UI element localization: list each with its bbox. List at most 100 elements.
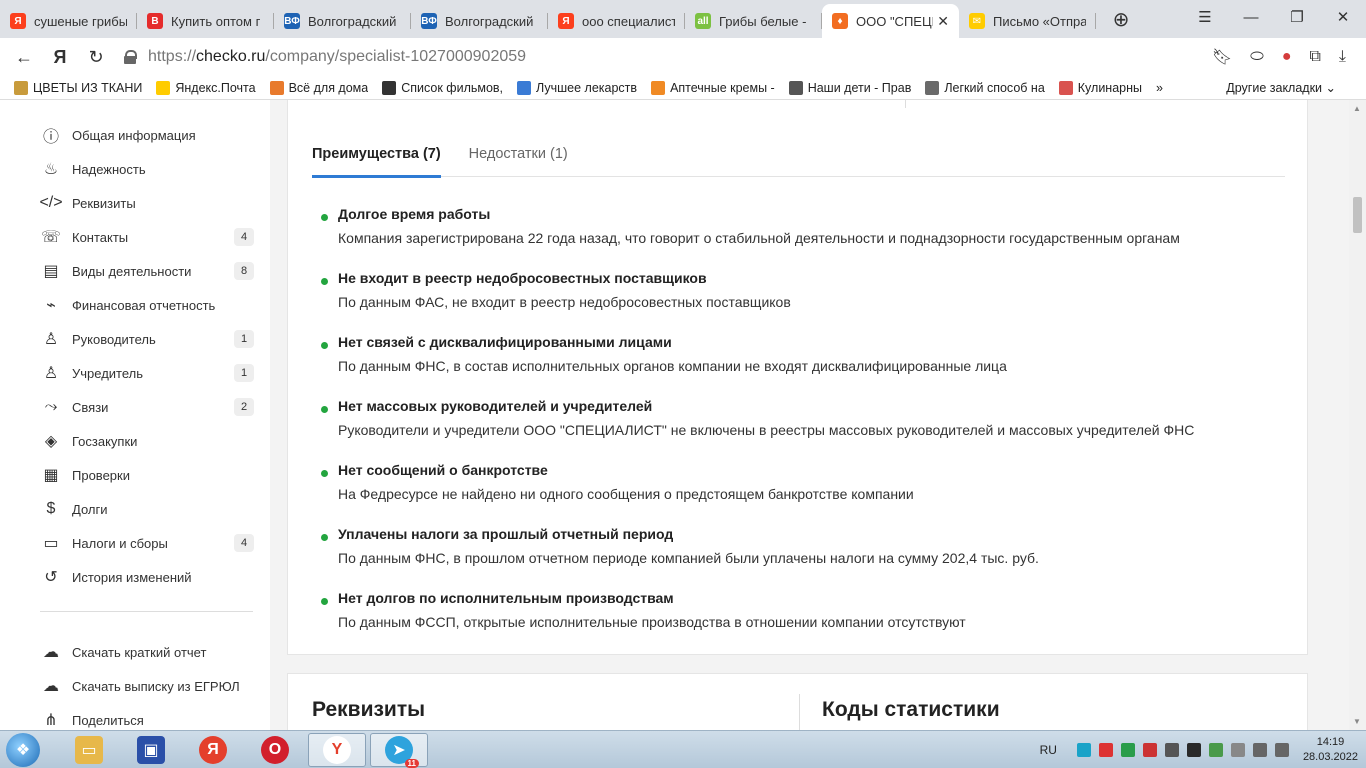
sidebar-item[interactable]: ⓘ Общая информация [40,123,254,147]
content-tab[interactable]: Преимущества (7) [312,146,441,178]
bookmarks-overflow-icon[interactable]: » [1156,81,1163,95]
scroll-down-icon[interactable]: ▼ [1353,717,1361,726]
check-icon[interactable] [1208,743,1223,757]
sidebar-item[interactable]: ⌁ Финансовая отчетность [40,293,254,317]
lock-icon [124,50,137,64]
taskbar-opera[interactable]: O [246,733,304,767]
bookmark-item[interactable]: Лучшее лекарств [517,80,637,95]
language-indicator[interactable]: RU [1040,743,1057,757]
shield-icon[interactable] [1120,743,1135,757]
back-button[interactable]: ← [6,39,42,75]
bookmark-item[interactable]: Кулинарны [1058,80,1142,95]
sidebar-item[interactable]: ◈ Госзакупки [40,429,254,453]
reload-button[interactable]: ↻ [78,39,114,75]
browser-tab[interactable]: all Грибы белые - [685,4,822,38]
sidebar-item[interactable]: $ Долги [40,497,254,521]
keyboard-icon[interactable] [1164,743,1179,757]
bookmark-label: Наши дети - Прав [807,80,912,95]
close-tab-icon[interactable]: ✕ [937,13,949,30]
sidebar-item-label: Проверки [72,467,130,483]
sidebar-item[interactable]: ♨ Надежность [40,157,254,181]
status-dot-icon [321,470,328,477]
advantage-description: Руководители и учредители ООО "СПЕЦИАЛИС… [338,422,1195,438]
taskbar-explorer[interactable]: ▭ [60,733,118,767]
sidebar-item[interactable]: ↺ История изменений [40,565,254,589]
bookmark-item[interactable]: Список фильмов, [382,80,504,95]
url-field[interactable]: https://checko.ru/company/specialist-102… [124,48,526,66]
sidebar-item[interactable]: ♙ Руководитель 1 [40,327,254,351]
display-icon[interactable] [1186,743,1201,757]
other-bookmarks[interactable]: Другие закладки ⌄ [1226,80,1336,95]
bookmark-item[interactable]: Аптечные кремы - [651,80,775,95]
bookmark-item[interactable]: Наши дети - Прав [788,80,912,95]
bookmark-item[interactable]: Всё для дома [269,80,369,95]
sidebar-action[interactable]: ☁ Скачать краткий отчет [40,640,254,664]
sidebar-item[interactable]: ☏ Контакты 4 [40,225,254,249]
tab-title: ООО "СПЕЦИ [856,13,934,29]
volume-icon[interactable] [1274,743,1289,757]
browser-tab[interactable]: ♦ ООО "СПЕЦИ ✕ [822,4,959,38]
scroll-up-icon[interactable]: ▲ [1353,104,1361,113]
sidebar-item[interactable]: ▦ Проверки [40,463,254,487]
sidebar-item-label: Долги [72,501,108,517]
bookmark-favicon-icon [156,80,171,95]
browser-tab[interactable]: ВФ Волгоградский [274,4,411,38]
restore-button[interactable]: ❐ [1274,0,1320,34]
sidebar-item-label: Связи [72,399,109,415]
tab-favicon-icon: all [695,13,711,29]
minimize-button[interactable]: — [1228,0,1274,34]
device-icon[interactable] [1230,743,1245,757]
taskbar-save-app[interactable]: ▣ [122,733,180,767]
download-icon[interactable]: ⤓ [1339,48,1346,66]
cloud-download-icon: ☁ [43,678,59,695]
sidebar-item[interactable]: ⤳ Связи 2 [40,395,254,419]
advantages-card: Преимущества (7) Недостатки (1) Долгое вр… [287,100,1308,655]
sidebar-item[interactable]: </> Реквизиты [39,191,254,215]
mail-notify-icon[interactable] [1142,743,1157,757]
yandex-home-button[interactable]: Я [42,39,78,75]
scrollbar-thumb[interactable] [1353,197,1362,233]
clock-date: 28.03.2022 [1302,751,1358,763]
status-dot-icon [321,534,328,541]
adblock-icon[interactable]: ● [1282,48,1292,66]
address-bar: ← Я ↻ https://checko.ru/company/speciali… [0,38,1366,76]
browser-tab[interactable]: ✉ Письмо «Отпра [959,4,1096,38]
taskbar-telegram[interactable]: ➤ 11 [370,733,428,768]
new-tab-button[interactable]: ⊕ [1104,2,1138,36]
url-path: /company/specialist-1027000902059 [265,48,527,65]
bookmark-favicon-icon [788,80,803,95]
wallet-icon: ▭ [43,535,59,552]
menu-icon[interactable]: ☰ [1182,0,1228,34]
taskbar-yandex-browser[interactable]: Y [308,733,366,767]
browser-tab[interactable]: ВФ Волгоградский [411,4,548,38]
bookmark-icon[interactable]: 🔖︎ [1212,47,1232,67]
content-tab[interactable]: Недостатки (1) [469,146,568,177]
advantages-tabs: Преимущества (7) Недостатки (1) [312,146,1285,178]
clock[interactable]: 14:19 28.03.2022 [1303,735,1358,765]
sidebar-item[interactable]: ▭ Налоги и сборы 4 [40,531,254,555]
bookmark-item[interactable]: Яндекс.Почта [156,80,256,95]
bookmark-item[interactable]: ЦВЕТЫ ИЗ ТКАНИ [14,80,143,95]
protect-icon[interactable]: ⬭ [1250,48,1264,66]
sidebar-action[interactable]: ⋔ Поделиться [40,708,254,730]
network-icon[interactable] [1252,743,1267,757]
taskbar-yandex[interactable]: Я [184,733,242,767]
skype-icon[interactable] [1076,743,1091,757]
bookmark-label: Список фильмов, [401,80,504,95]
browser-tab[interactable]: B Купить оптом г [137,4,274,38]
bookmark-item[interactable]: Легкий способ на [925,80,1045,95]
browser-tab[interactable]: Ясушеные грибы [0,4,137,38]
sidebar-item[interactable]: ♙ Учредитель 1 [40,361,254,385]
extension-icon[interactable]: ⧉ [1309,48,1320,66]
sidebar-action[interactable]: ☁ Скачать выписку из ЕГРЮЛ [40,674,254,698]
tab-favicon-icon: Я [558,13,574,29]
status-dot-icon [321,406,328,413]
sidebar-item[interactable]: ▤ Виды деятельности 8 [40,259,254,283]
close-window-button[interactable]: ✕ [1320,0,1366,34]
start-button[interactable]: ❖ [6,733,40,767]
bookmark-label: ЦВЕТЫ ИЗ ТКАНИ [33,80,143,95]
page-scrollbar[interactable]: ▲ ▼ [1349,100,1366,730]
bookmark-label: Всё для дома [288,80,369,95]
tray-app-icon[interactable] [1098,743,1113,757]
browser-tab[interactable]: Яооо специалист [548,4,685,38]
